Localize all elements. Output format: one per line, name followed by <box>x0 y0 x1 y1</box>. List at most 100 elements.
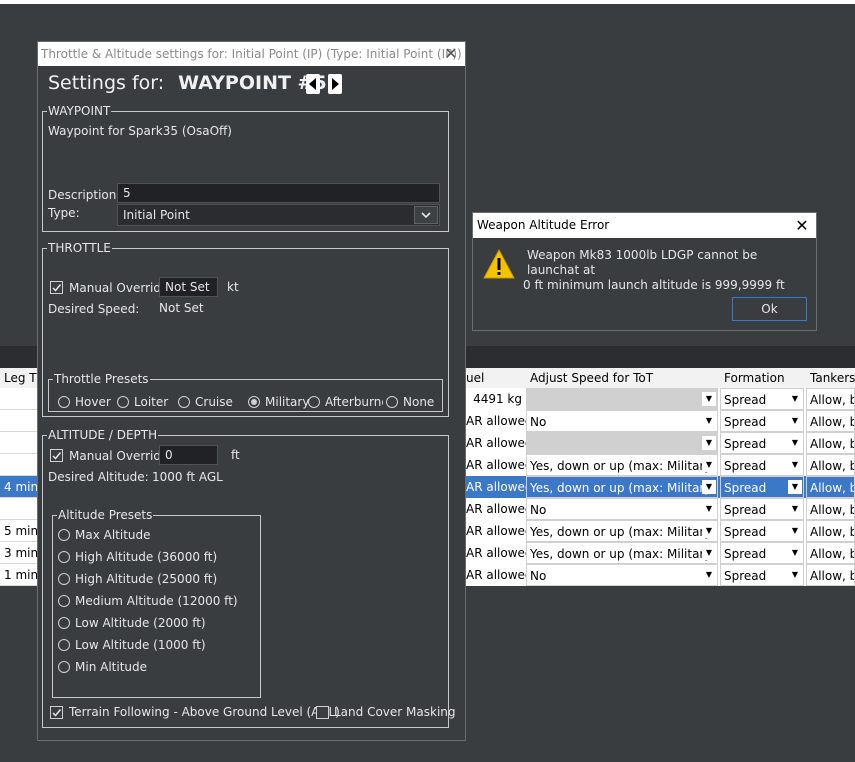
altitude-preset-radio[interactable] <box>58 551 70 563</box>
description-input[interactable]: 5 <box>117 183 440 203</box>
adjust-speed-cell[interactable]: No ▼ <box>526 498 718 520</box>
speed-unit: kt <box>227 280 239 294</box>
formation-cell[interactable]: Spread ▼ <box>720 454 804 476</box>
dropdown-arrow-icon[interactable]: ▼ <box>788 480 802 494</box>
fuel-cell: AR allowed <box>466 520 526 542</box>
formation-cell[interactable]: Spread ▼ <box>720 476 804 498</box>
dropdown-arrow-icon[interactable]: ▼ <box>788 392 802 406</box>
error-close-icon[interactable]: ✕ <box>794 213 810 238</box>
dropdown-arrow-icon[interactable]: ▼ <box>788 568 802 582</box>
formation-cell[interactable]: Spread ▼ <box>720 542 804 564</box>
throttle-preset-radio-loiter[interactable] <box>117 396 129 408</box>
desired-speed-label: Desired Speed: <box>48 302 140 316</box>
tankers-cell[interactable]: Allow, bu <box>806 410 855 432</box>
altitude-preset-radio[interactable] <box>58 595 70 607</box>
dropdown-arrow-icon[interactable]: ▼ <box>788 436 802 450</box>
formation-cell-text: Spread <box>724 481 767 495</box>
altitude-preset-radio[interactable] <box>58 661 70 673</box>
dropdown-arrow-icon[interactable]: ▼ <box>702 414 716 428</box>
adjust-speed-cell[interactable]: Yes, down or up (max: Military) ▼ <box>526 542 718 564</box>
throttle-preset-radio-cruise[interactable] <box>178 396 190 408</box>
altitude-preset-radio[interactable] <box>58 639 70 651</box>
column-header-tankers[interactable]: Tankers ( <box>806 368 855 388</box>
dropdown-arrow-icon[interactable]: ▼ <box>788 458 802 472</box>
formation-cell[interactable]: Spread ▼ <box>720 564 804 586</box>
dropdown-arrow-icon[interactable]: ▼ <box>788 414 802 428</box>
desired-altitude-label: Desired Altitude: <box>48 470 149 484</box>
column-header-fuel[interactable]: uel <box>462 368 526 388</box>
tankers-cell[interactable]: Allow, bu <box>806 498 855 520</box>
dropdown-arrow-icon[interactable]: ▼ <box>788 546 802 560</box>
previous-waypoint-button[interactable] <box>306 74 320 94</box>
adjust-speed-cell[interactable]: No ▼ <box>526 564 718 586</box>
adjust-speed-cell[interactable]: Yes, down or up (max: Military) ▼ <box>526 476 718 498</box>
leg-time-cell-text: 4 min <box>4 480 38 494</box>
altitude-manual-override-checkbox[interactable] <box>50 449 63 462</box>
terrain-following-checkbox[interactable] <box>50 706 63 719</box>
dialog-close-icon[interactable]: ✕ <box>443 42 459 66</box>
altitude-preset-radio[interactable] <box>58 617 70 629</box>
throttle-manual-override-checkbox[interactable] <box>50 281 63 294</box>
speed-input[interactable]: Not Set <box>159 277 218 297</box>
ok-button[interactable]: Ok <box>732 297 807 321</box>
column-header-adjust-speed[interactable]: Adjust Speed for ToT <box>526 368 720 388</box>
tankers-cell[interactable]: Allow, bu <box>806 432 855 454</box>
tankers-cell[interactable]: Allow, bu <box>806 520 855 542</box>
adjust-speed-cell[interactable]: Yes, down or up (max: Military) ▼ <box>526 520 718 542</box>
tankers-cell-text: Allow, bu <box>810 503 854 517</box>
tankers-cell[interactable]: Allow, bu <box>806 476 855 498</box>
type-select[interactable]: Initial Point <box>117 204 440 226</box>
formation-cell[interactable]: Spread ▼ <box>720 520 804 542</box>
type-dropdown-button[interactable] <box>414 206 438 224</box>
fuel-cell-text: 4491 kg <box>473 392 522 406</box>
leg-time-cell: 1 min <box>0 564 38 586</box>
leg-time-cell <box>0 388 38 410</box>
settings-heading: Settings for: WAYPOINT #5 <box>48 72 327 94</box>
dropdown-arrow-icon[interactable]: ▼ <box>702 568 716 582</box>
tankers-cell-text: Allow, bu <box>810 547 854 561</box>
adjust-speed-cell[interactable]: Yes, down or up (max: Military) ▼ <box>526 454 718 476</box>
leg-time-cell <box>0 432 38 454</box>
column-header-formation[interactable]: Formation <box>720 368 806 388</box>
adjust-speed-cell[interactable]: ▼ <box>526 388 718 410</box>
type-label: Type: <box>48 206 80 220</box>
warning-icon <box>483 249 515 279</box>
formation-cell[interactable]: Spread ▼ <box>720 498 804 520</box>
throttle-preset-radio-hover[interactable] <box>58 396 70 408</box>
dropdown-arrow-icon[interactable]: ▼ <box>788 524 802 538</box>
dropdown-arrow-icon[interactable]: ▼ <box>702 458 716 472</box>
next-waypoint-button[interactable] <box>328 74 342 94</box>
dropdown-arrow-icon[interactable]: ▼ <box>702 502 716 516</box>
dropdown-arrow-icon[interactable]: ▼ <box>702 392 716 406</box>
formation-cell[interactable]: Spread ▼ <box>720 388 804 410</box>
adjust-speed-cell[interactable]: No ▼ <box>526 410 718 432</box>
throttle-preset-radio-afterburner[interactable] <box>308 396 320 408</box>
altitude-input[interactable]: 0 <box>159 445 218 465</box>
altitude-preset-radio[interactable] <box>58 573 70 585</box>
adjust-speed-cell[interactable]: ▼ <box>526 432 718 454</box>
desired-altitude-value: 1000 ft AGL <box>152 470 223 484</box>
error-message: Weapon Mk83 1000lb LDGP cannot be launch… <box>523 248 811 293</box>
column-header-leg-time[interactable]: Leg Tir <box>0 368 40 388</box>
tankers-cell[interactable]: Allow, bu <box>806 388 855 410</box>
tankers-cell[interactable]: Allow, bu <box>806 454 855 476</box>
arrow-right-icon <box>332 78 339 90</box>
throttle-preset-radio-none[interactable] <box>386 396 398 408</box>
land-cover-masking-checkbox[interactable] <box>316 706 329 719</box>
formation-cell[interactable]: Spread ▼ <box>720 410 804 432</box>
fuel-cell: AR allowed <box>466 564 526 586</box>
tankers-cell[interactable]: Allow, bu <box>806 564 855 586</box>
adjust-speed-cell-text: Yes, down or up (max: Military) <box>530 459 717 473</box>
dropdown-arrow-icon[interactable]: ▼ <box>702 524 716 538</box>
altitude-preset-radio[interactable] <box>58 529 70 541</box>
leg-time-cell-text: 1 min <box>4 568 38 582</box>
dropdown-arrow-icon[interactable]: ▼ <box>788 502 802 516</box>
throttle-group-legend: THROTTLE <box>48 241 111 255</box>
throttle-preset-radio-military[interactable] <box>248 396 260 408</box>
dropdown-arrow-icon[interactable]: ▼ <box>702 546 716 560</box>
formation-cell[interactable]: Spread ▼ <box>720 432 804 454</box>
tankers-cell[interactable]: Allow, bu <box>806 542 855 564</box>
dropdown-arrow-icon[interactable]: ▼ <box>702 480 716 494</box>
dropdown-arrow-icon[interactable]: ▼ <box>702 436 716 450</box>
waypoint-name: WAYPOINT #5 <box>178 72 327 94</box>
